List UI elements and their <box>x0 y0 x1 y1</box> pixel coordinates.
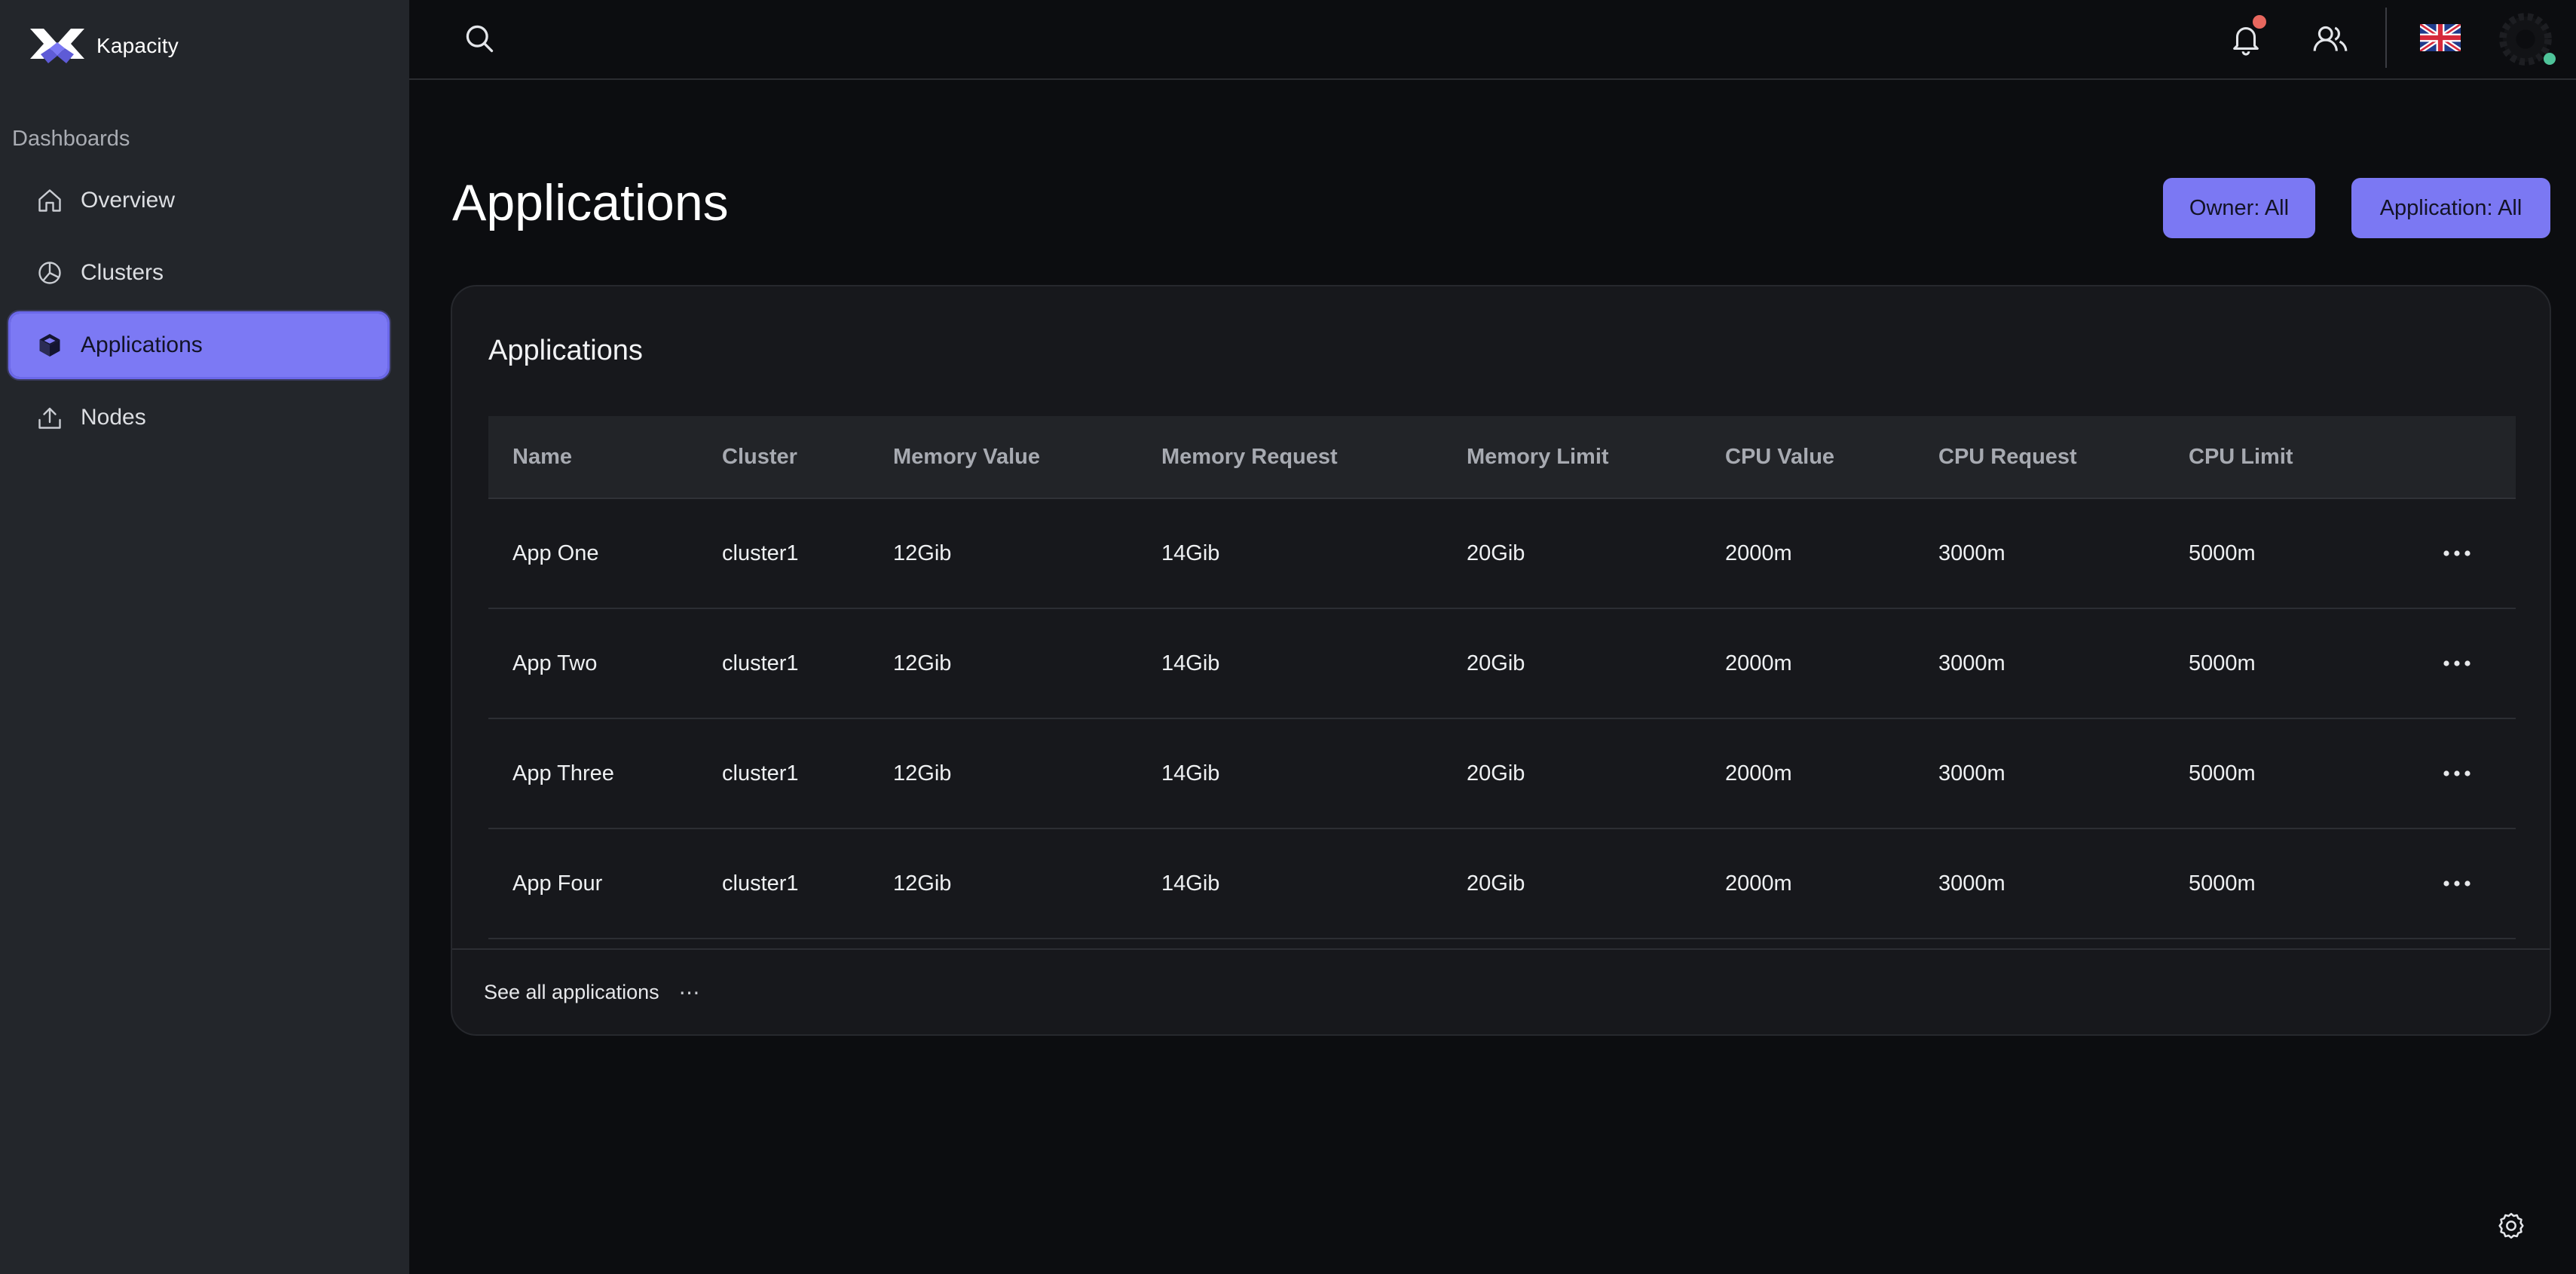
notifications-button[interactable] <box>2223 15 2269 62</box>
cell-actions <box>2374 864 2516 903</box>
cell-cpu-value: 2000m <box>1725 541 1792 565</box>
sidebar-item-clusters[interactable]: Clusters <box>11 241 387 305</box>
topbar-divider <box>2385 8 2387 68</box>
cell-memory-value: 12Gib <box>893 871 952 896</box>
column-header-cpu-value[interactable]: CPU Value <box>1701 445 1914 470</box>
search-icon <box>466 25 494 53</box>
cell-actions <box>2374 754 2516 793</box>
table-row[interactable]: App Three cluster1 12Gib 14Gib 20Gib 200… <box>488 719 2516 829</box>
settings-button[interactable] <box>2492 1206 2531 1245</box>
upload-icon <box>38 407 61 429</box>
cell-name: App Three <box>512 761 614 786</box>
cell-memory-request: 14Gib <box>1161 871 1220 896</box>
column-header-memory-request[interactable]: Memory Request <box>1137 445 1442 470</box>
cell-name: App One <box>512 541 599 565</box>
uk-flag-icon <box>2420 24 2461 51</box>
column-header-cpu-limit[interactable]: CPU Limit <box>2165 445 2374 470</box>
column-header-name[interactable]: Name <box>488 445 698 470</box>
sidebar-item-label: Clusters <box>81 260 164 285</box>
footer-more-icon[interactable]: ⋯ <box>679 980 702 1005</box>
language-button[interactable] <box>2420 21 2461 54</box>
cell-cluster: cluster1 <box>722 541 799 565</box>
more-horizontal-icon <box>2443 880 2470 887</box>
kapacity-logo-icon <box>30 29 84 63</box>
cell-name: App Two <box>512 651 598 675</box>
more-horizontal-icon <box>2443 550 2470 556</box>
column-header-memory-value[interactable]: Memory Value <box>869 445 1137 470</box>
row-actions-button[interactable] <box>2437 644 2477 683</box>
more-horizontal-icon <box>2443 660 2470 666</box>
cell-memory-value: 12Gib <box>893 651 952 675</box>
cube-icon <box>39 334 60 357</box>
sidebar: Kapacity Dashboards Overview Clusters Ap… <box>0 0 409 1274</box>
more-horizontal-icon <box>2443 770 2470 776</box>
table-row[interactable]: App Four cluster1 12Gib 14Gib 20Gib 2000… <box>488 829 2516 939</box>
cell-actions <box>2374 644 2516 683</box>
cell-memory-request: 14Gib <box>1161 761 1220 786</box>
section-label-dashboards: Dashboards <box>12 127 130 151</box>
sidebar-item-label: Overview <box>81 188 176 213</box>
cell-memory-limit: 20Gib <box>1467 541 1525 565</box>
status-dot <box>2544 53 2556 65</box>
users-icon <box>2313 26 2348 51</box>
card-title: Applications <box>488 335 643 366</box>
page-title: Applications <box>452 174 729 231</box>
sidebar-item-nodes[interactable]: Nodes <box>11 386 387 449</box>
sidebar-item-overview[interactable]: Overview <box>11 169 387 232</box>
sidebar-item-label: Nodes <box>81 405 146 430</box>
card-footer: See all applications ⋯ <box>452 948 2550 1034</box>
search-button[interactable] <box>457 17 501 60</box>
home-icon <box>38 189 61 212</box>
cell-memory-request: 14Gib <box>1161 651 1220 675</box>
row-actions-button[interactable] <box>2437 754 2477 793</box>
cell-cpu-request: 3000m <box>1938 761 2005 786</box>
cell-memory-limit: 20Gib <box>1467 761 1525 786</box>
cell-cpu-value: 2000m <box>1725 761 1792 786</box>
sidebar-item-applications[interactable]: Applications <box>8 311 390 379</box>
brand-name: Kapacity <box>96 34 179 57</box>
notification-dot <box>2253 15 2266 29</box>
brand[interactable]: Kapacity <box>27 26 179 66</box>
table-row[interactable]: App One cluster1 12Gib 14Gib 20Gib 2000m… <box>488 499 2516 609</box>
column-header-cpu-request[interactable]: CPU Request <box>1914 445 2165 470</box>
cell-cpu-limit: 5000m <box>2189 541 2256 565</box>
column-header-cluster[interactable]: Cluster <box>698 445 869 470</box>
cell-cpu-request: 3000m <box>1938 651 2005 675</box>
avatar[interactable] <box>2497 11 2556 68</box>
application-filter-button[interactable]: Application: All <box>2351 178 2550 238</box>
gear-icon <box>2498 1212 2524 1239</box>
table-row[interactable]: App Two cluster1 12Gib 14Gib 20Gib 2000m… <box>488 609 2516 719</box>
cell-cpu-request: 3000m <box>1938 871 2005 896</box>
top-bar <box>409 0 2576 80</box>
applications-card: Applications Name Cluster Memory Value M… <box>451 285 2551 1036</box>
row-actions-button[interactable] <box>2437 534 2477 573</box>
cell-cluster: cluster1 <box>722 871 799 896</box>
owner-filter-button[interactable]: Owner: All <box>2163 178 2315 238</box>
team-button[interactable] <box>2307 15 2354 62</box>
cell-cluster: cluster1 <box>722 761 799 786</box>
column-header-memory-limit[interactable]: Memory Limit <box>1442 445 1701 470</box>
cell-cluster: cluster1 <box>722 651 799 675</box>
table-header: Name Cluster Memory Value Memory Request… <box>488 416 2516 499</box>
pie-chart-icon <box>38 262 61 284</box>
cell-cpu-value: 2000m <box>1725 651 1792 675</box>
cell-cpu-request: 3000m <box>1938 541 2005 565</box>
see-all-applications-link[interactable]: See all applications <box>484 981 659 1004</box>
cell-name: App Four <box>512 871 603 896</box>
cell-cpu-limit: 5000m <box>2189 761 2256 786</box>
applications-table: Name Cluster Memory Value Memory Request… <box>488 416 2516 939</box>
cell-memory-limit: 20Gib <box>1467 871 1525 896</box>
cell-memory-limit: 20Gib <box>1467 651 1525 675</box>
cell-cpu-value: 2000m <box>1725 871 1792 896</box>
sidebar-nav: Overview Clusters Applications Nodes <box>8 169 390 458</box>
cell-actions <box>2374 534 2516 573</box>
row-actions-button[interactable] <box>2437 864 2477 903</box>
app-root: Kapacity Dashboards Overview Clusters Ap… <box>0 0 2576 1274</box>
cell-cpu-limit: 5000m <box>2189 871 2256 896</box>
cell-memory-value: 12Gib <box>893 541 952 565</box>
cell-memory-request: 14Gib <box>1161 541 1220 565</box>
cell-cpu-limit: 5000m <box>2189 651 2256 675</box>
cell-memory-value: 12Gib <box>893 761 952 786</box>
sidebar-item-label: Applications <box>81 332 203 357</box>
